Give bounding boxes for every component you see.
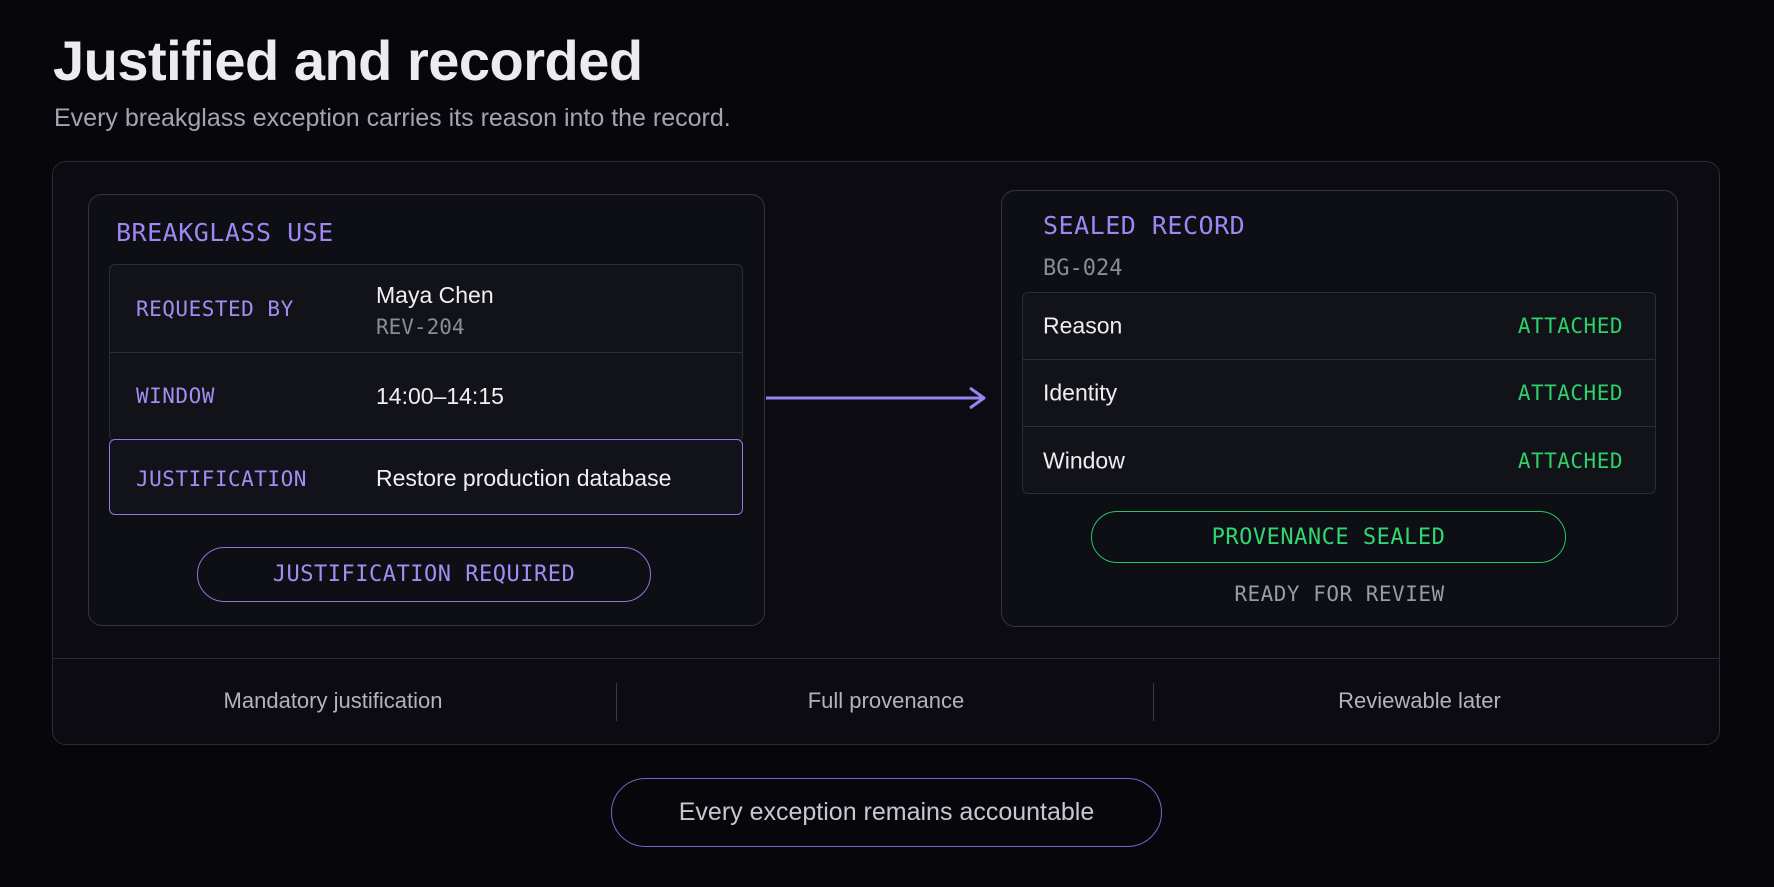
- page-title: Justified and recorded: [53, 29, 643, 92]
- accountability-tagline: Every exception remains accountable: [611, 778, 1162, 847]
- record-row-window: Window ATTACHED: [1023, 427, 1655, 494]
- record-row-reason: Reason ATTACHED: [1023, 293, 1655, 360]
- record-item-name: Reason: [1043, 312, 1123, 339]
- record-row-identity: Identity ATTACHED: [1023, 360, 1655, 427]
- status-badge: ATTACHED: [1517, 314, 1623, 338]
- requester-name: Maya Chen: [376, 282, 494, 308]
- justification-row[interactable]: JUSTIFICATION Restore production databas…: [109, 439, 743, 515]
- sealed-record-heading: SEALED RECORD: [1043, 211, 1246, 240]
- breakglass-heading: BREAKGLASS USE: [116, 218, 334, 247]
- justification-label: JUSTIFICATION: [136, 467, 307, 491]
- record-item-name: Window: [1043, 447, 1125, 473]
- requester-id: REV-204: [376, 315, 465, 339]
- provenance-sealed-badge: PROVENANCE SEALED: [1091, 511, 1566, 563]
- record-id: BG-024: [1043, 256, 1123, 281]
- field-row-requested-by: REQUESTED BY Maya Chen REV-204: [110, 265, 742, 353]
- arrow-right-icon: [766, 386, 986, 410]
- justification-value: Restore production database: [376, 465, 672, 491]
- feature-divider: [52, 658, 1720, 659]
- justification-required-badge: JUSTIFICATION REQUIRED: [197, 547, 651, 602]
- feature-mandatory-justification: Mandatory justification: [223, 688, 443, 713]
- field-label: WINDOW: [136, 384, 215, 408]
- record-items: Reason ATTACHED Identity ATTACHED Window…: [1022, 292, 1656, 494]
- field-row-window: WINDOW 14:00–14:15: [110, 353, 742, 440]
- window-value: 14:00–14:15: [376, 383, 504, 409]
- breakglass-fields: REQUESTED BY Maya Chen REV-204 WINDOW 14…: [109, 264, 743, 441]
- status-badge: ATTACHED: [1517, 381, 1623, 405]
- status-badge: ATTACHED: [1517, 448, 1623, 473]
- record-item-name: Identity: [1043, 379, 1118, 406]
- page-subtitle: Every breakglass exception carries its r…: [54, 104, 731, 132]
- review-state: READY FOR REVIEW: [1234, 582, 1445, 606]
- field-label: REQUESTED BY: [136, 297, 294, 321]
- feature-full-provenance: Full provenance: [807, 688, 965, 713]
- feature-reviewable-later: Reviewable later: [1338, 688, 1501, 713]
